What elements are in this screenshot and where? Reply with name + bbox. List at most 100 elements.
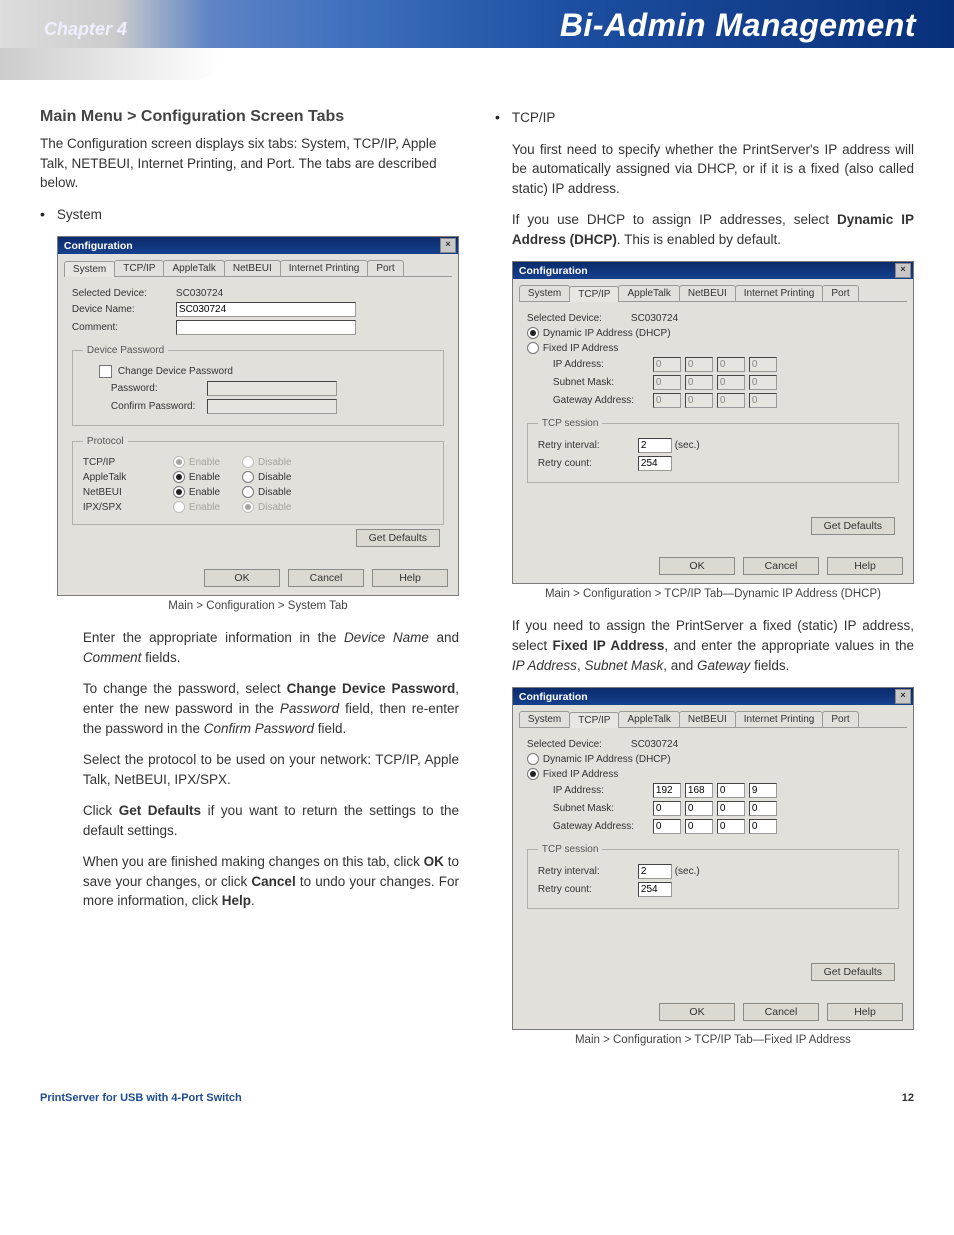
selected-device-value: SC030724 (631, 739, 678, 750)
para-device-name: Enter the appropriate information in the… (83, 628, 459, 667)
dhcp-radio[interactable]: Dynamic IP Address (DHCP) (527, 327, 671, 339)
get-defaults-button[interactable]: Get Defaults (811, 963, 895, 981)
tab-port[interactable]: Port (822, 285, 858, 301)
ip-3 (717, 357, 745, 372)
appletalk-enable-radio[interactable]: Enable (173, 471, 220, 483)
tab-netbeui[interactable]: NetBEUI (224, 260, 281, 276)
comment-input[interactable] (176, 320, 356, 335)
tab-port[interactable]: Port (822, 711, 858, 727)
ip-1[interactable] (653, 783, 681, 798)
selected-device-value: SC030724 (631, 313, 678, 324)
para-fixed: If you need to assign the PrintServer a … (512, 616, 914, 675)
retry-interval-label: Retry interval: (538, 440, 638, 451)
window-title: Configuration (519, 691, 588, 703)
retry-interval-input[interactable] (638, 438, 672, 453)
tab-netbeui[interactable]: NetBEUI (679, 711, 736, 727)
tab-system[interactable]: System (519, 285, 570, 301)
ok-button[interactable]: OK (659, 1003, 735, 1021)
retry-interval-input[interactable] (638, 864, 672, 879)
para-protocol: Select the protocol to be used on your n… (83, 750, 459, 789)
selected-device-value: SC030724 (176, 288, 444, 299)
retry-count-label: Retry count: (538, 458, 638, 469)
page-header: Chapter 4 Bi-Admin Management (0, 0, 954, 48)
netbeui-enable-radio[interactable]: Enable (173, 486, 220, 498)
screenshot-tcpip-fixed: Configuration × System TCP/IP AppleTalk N… (512, 687, 914, 1030)
tab-appletalk[interactable]: AppleTalk (618, 711, 679, 727)
tab-system[interactable]: System (64, 261, 115, 277)
footer-page-number: 12 (902, 1092, 914, 1104)
tab-tcpip[interactable]: TCP/IP (569, 712, 619, 728)
selected-device-label: Selected Device: (72, 288, 176, 299)
caption-system: Main > Configuration > System Tab (57, 600, 459, 612)
comment-label: Comment: (72, 322, 176, 333)
netbeui-disable-radio[interactable]: Disable (242, 486, 291, 498)
ip-4[interactable] (749, 783, 777, 798)
fixed-ip-radio[interactable]: Fixed IP Address (527, 342, 618, 354)
bullet-icon: • (495, 108, 500, 128)
caption-dhcp: Main > Configuration > TCP/IP Tab—Dynami… (512, 588, 914, 600)
tab-system[interactable]: System (519, 711, 570, 727)
para-ok-cancel: When you are finished making changes on … (83, 852, 459, 911)
ip-2[interactable] (685, 783, 713, 798)
screenshot-tcpip-dhcp: Configuration × System TCP/IP AppleTalk N… (512, 261, 914, 584)
retry-count-input[interactable] (638, 456, 672, 471)
retry-count-input[interactable] (638, 882, 672, 897)
tab-appletalk[interactable]: AppleTalk (163, 260, 224, 276)
fixed-ip-radio[interactable]: Fixed IP Address (527, 768, 618, 780)
tab-tcpip[interactable]: TCP/IP (569, 286, 619, 302)
confirm-password-input[interactable] (207, 399, 337, 414)
cancel-button[interactable]: Cancel (743, 1003, 819, 1021)
close-icon[interactable]: × (440, 238, 456, 253)
caption-fixed: Main > Configuration > TCP/IP Tab—Fixed … (512, 1034, 914, 1046)
ip-1 (653, 357, 681, 372)
bullet-system: System (57, 205, 459, 225)
device-name-input[interactable] (176, 302, 356, 317)
ok-button[interactable]: OK (204, 569, 280, 587)
change-password-checkbox[interactable]: Change Device Password (99, 365, 233, 378)
retry-interval-unit: (sec.) (675, 866, 700, 877)
para-tcpip-intro: You first need to specify whether the Pr… (512, 140, 914, 199)
help-button[interactable]: Help (827, 1003, 903, 1021)
tab-internet-printing[interactable]: Internet Printing (735, 711, 824, 727)
get-defaults-button[interactable]: Get Defaults (356, 529, 440, 547)
ip-2 (685, 357, 713, 372)
protocol-appletalk: AppleTalk (83, 472, 173, 483)
password-input[interactable] (207, 381, 337, 396)
para-dhcp: If you use DHCP to assign IP addresses, … (512, 210, 914, 249)
help-button[interactable]: Help (372, 569, 448, 587)
retry-interval-label: Retry interval: (538, 866, 638, 877)
selected-device-label: Selected Device: (527, 313, 631, 324)
get-defaults-button[interactable]: Get Defaults (811, 517, 895, 535)
tab-appletalk[interactable]: AppleTalk (618, 285, 679, 301)
tab-bar: System TCP/IP AppleTalk NetBEUI Internet… (64, 260, 452, 277)
cancel-button[interactable]: Cancel (743, 557, 819, 575)
close-icon[interactable]: × (895, 263, 911, 278)
subnet-label: Subnet Mask: (553, 803, 653, 814)
tab-internet-printing[interactable]: Internet Printing (280, 260, 369, 276)
tab-internet-printing[interactable]: Internet Printing (735, 285, 824, 301)
page-title: Bi-Admin Management (560, 7, 954, 48)
para-change-password: To change the password, select Change De… (83, 679, 459, 738)
tab-tcpip[interactable]: TCP/IP (114, 260, 164, 276)
dhcp-radio[interactable]: Dynamic IP Address (DHCP) (527, 753, 671, 765)
tab-netbeui[interactable]: NetBEUI (679, 285, 736, 301)
cancel-button[interactable]: Cancel (288, 569, 364, 587)
tab-port[interactable]: Port (367, 260, 403, 276)
gateway-label: Gateway Address: (553, 821, 653, 832)
footer-product: PrintServer for USB with 4-Port Switch (40, 1092, 242, 1104)
ip-address-label: IP Address: (553, 359, 653, 370)
bullet-icon: • (40, 205, 45, 225)
appletalk-disable-radio[interactable]: Disable (242, 471, 291, 483)
ipxspx-disable-radio: Disable (242, 501, 291, 513)
device-password-fieldset: Device Password Change Device Password P… (72, 345, 444, 426)
window-title: Configuration (519, 265, 588, 277)
close-icon[interactable]: × (895, 689, 911, 704)
protocol-ipxspx: IPX/SPX (83, 502, 173, 513)
subnet-label: Subnet Mask: (553, 377, 653, 388)
ip-4 (749, 357, 777, 372)
ip-3[interactable] (717, 783, 745, 798)
retry-interval-unit: (sec.) (675, 440, 700, 451)
ok-button[interactable]: OK (659, 557, 735, 575)
protocol-netbeui: NetBEUI (83, 487, 173, 498)
help-button[interactable]: Help (827, 557, 903, 575)
